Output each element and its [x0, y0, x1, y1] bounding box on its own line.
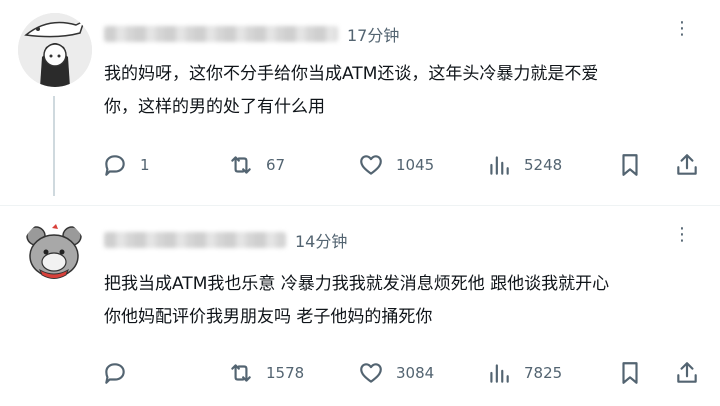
views-icon [490, 364, 509, 383]
views-button[interactable]: 7825 [486, 358, 562, 388]
share-button[interactable] [674, 150, 700, 180]
thread-line [53, 96, 55, 196]
reply-button[interactable] [102, 358, 140, 388]
post-time: 14分钟 [295, 232, 348, 251]
reply-icon [105, 155, 125, 176]
views-count: 5248 [524, 156, 563, 174]
bookmark-icon [622, 362, 638, 384]
repost-count: 1578 [266, 364, 305, 382]
share-icon [677, 362, 697, 383]
avatar[interactable] [18, 13, 92, 87]
bookmark-icon [622, 154, 638, 176]
repost-icon [231, 364, 251, 382]
like-button[interactable]: 1045 [358, 150, 434, 180]
post-time: 17分钟 [347, 26, 400, 45]
like-count: 3084 [396, 364, 435, 382]
reply-button[interactable]: 1 [102, 150, 150, 180]
post-text: 我的妈呀，这你不分手给你当成ATM还谈，这年头冷暴力就是不爱 你，这样的男的处了… [104, 58, 598, 124]
avatar-illustration [18, 13, 92, 87]
share-button[interactable] [674, 358, 700, 388]
repost-button[interactable]: 67 [228, 150, 285, 180]
repost-button[interactable]: 1578 [228, 358, 304, 388]
avatar[interactable] [22, 220, 86, 284]
reply-count: 1 [140, 156, 150, 174]
like-icon [360, 155, 382, 175]
like-icon [360, 363, 382, 383]
views-button[interactable]: 5248 [486, 150, 562, 180]
more-options-icon[interactable]: ⋮ [673, 224, 692, 245]
comment-card-2: 14分钟 ⋮ 把我当成ATM我也乐意 冷暴力我我就发消息烦死他 跟他谈我就开心 … [0, 205, 720, 406]
blurred-username[interactable] [104, 26, 338, 42]
avatar-illustration [22, 220, 86, 284]
post-text: 把我当成ATM我也乐意 冷暴力我我就发消息烦死他 跟他谈我就开心 你他妈配评价我… [104, 268, 609, 334]
share-icon [677, 154, 697, 175]
post-text-line: 你他妈配评价我男朋友吗 老子他妈的捅死你 [104, 307, 433, 327]
repost-icon [231, 156, 251, 174]
comment-card-1: 17分钟 ⋮ 我的妈呀，这你不分手给你当成ATM还谈，这年头冷暴力就是不爱 你，… [0, 0, 720, 205]
action-bar: 1 67 1045 5248 [0, 150, 720, 180]
bookmark-button[interactable] [617, 150, 643, 180]
views-count: 7825 [524, 364, 563, 382]
like-count: 1045 [396, 156, 435, 174]
post-text-line: 你，这样的男的处了有什么用 [104, 97, 325, 117]
repost-count: 67 [266, 156, 286, 174]
post-text-line: 我的妈呀，这你不分手给你当成ATM还谈，这年头冷暴力就是不爱 [104, 64, 599, 84]
views-icon [490, 156, 509, 175]
action-bar: 1578 3084 7825 [0, 358, 720, 388]
post-text-line: 把我当成ATM我也乐意 冷暴力我我就发消息烦死他 跟他谈我就开心 [104, 274, 610, 294]
bookmark-button[interactable] [617, 358, 643, 388]
more-options-icon[interactable]: ⋮ [673, 18, 692, 39]
like-button[interactable]: 3084 [358, 358, 434, 388]
reply-icon [105, 363, 125, 384]
blurred-username[interactable] [104, 232, 286, 248]
